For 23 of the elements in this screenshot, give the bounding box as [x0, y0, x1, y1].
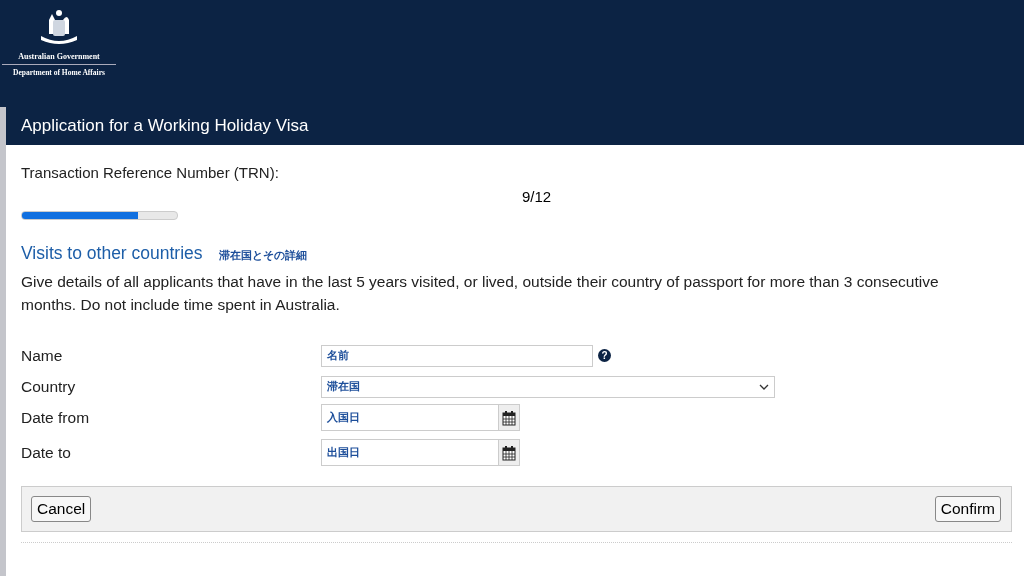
- field-label: Date to: [21, 443, 72, 462]
- calendar-button[interactable]: [499, 404, 520, 431]
- confirm-button[interactable]: Confirm: [934, 496, 1001, 522]
- calendar-icon: [502, 444, 516, 461]
- help-icon[interactable]: ?: [598, 349, 611, 362]
- chevron-down-icon: [759, 383, 769, 390]
- calendar-button[interactable]: [499, 439, 520, 466]
- annotation-label: 滞在国とその詳細: [218, 248, 307, 263]
- field-label: Name: [21, 346, 64, 365]
- date-field[interactable]: 出国日: [321, 439, 499, 466]
- section-heading: Visits to other countries: [21, 243, 203, 264]
- trn-label: Transaction Reference Number (TRN):: [21, 164, 280, 181]
- name-field[interactable]: 名前: [321, 344, 593, 367]
- calendar-icon: [502, 409, 516, 426]
- section-description: Give details of all applicants that have in the last 5 years visited, or lived, outside their country of passport for more than 3 consecutive months. Do not include time spent in Australia.: [21, 272, 940, 315]
- step-counter: 9/12: [520, 188, 553, 205]
- date-field[interactable]: 入国日: [321, 404, 499, 431]
- page-title: Application for a Working Holiday Visa: [21, 116, 309, 136]
- country-dropdown[interactable]: 滞在国: [321, 375, 775, 398]
- field-label: Date from: [21, 408, 91, 427]
- logo-text: Australian Government: [2, 52, 116, 65]
- cancel-button[interactable]: Cancel: [31, 496, 92, 522]
- field-label: Country: [21, 377, 77, 396]
